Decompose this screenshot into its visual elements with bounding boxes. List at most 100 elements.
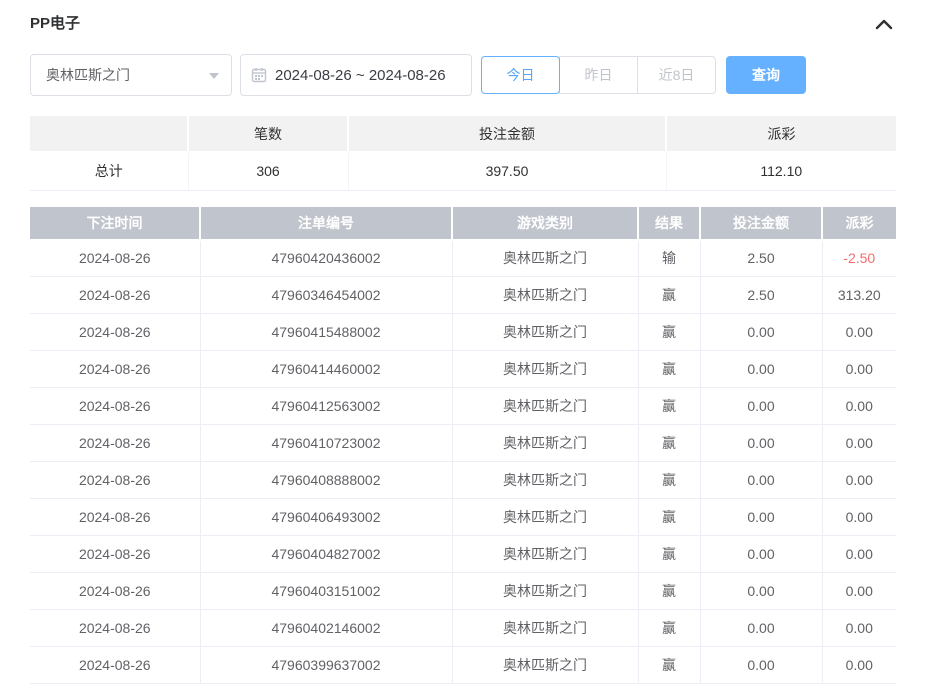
cell-bet-amount: 0.00: [700, 536, 822, 573]
cell-result: 赢: [638, 277, 700, 314]
cell-game-type: 奥林匹斯之门: [452, 536, 638, 573]
cell-payout: 0.00: [822, 610, 896, 647]
table-row: 2024-08-2647960346454002奥林匹斯之门赢2.50313.2…: [30, 277, 896, 314]
summary-header-cell: [30, 116, 188, 152]
cell-payout: 0.00: [822, 647, 896, 684]
summary-total-row: 总计 306 397.50 112.10: [30, 152, 896, 190]
summary-header-row: 笔数投注金额派彩: [30, 116, 896, 152]
cell-bet-time: 2024-08-26: [30, 425, 200, 462]
cell-bet-time: 2024-08-26: [30, 240, 200, 277]
cell-payout: 0.00: [822, 388, 896, 425]
cell-payout: 0.00: [822, 462, 896, 499]
cell-result: 赢: [638, 647, 700, 684]
table-row: 2024-08-2647960404827002奥林匹斯之门赢0.000.00: [30, 536, 896, 573]
table-row: 2024-08-2647960399637002奥林匹斯之门赢0.000.00: [30, 647, 896, 684]
cell-game-type: 奥林匹斯之门: [452, 425, 638, 462]
cell-game-type: 奥林匹斯之门: [452, 610, 638, 647]
cell-bet-id: 47960408888002: [200, 462, 452, 499]
quick-button-group: 今日昨日近8日: [481, 56, 716, 94]
cell-result: 赢: [638, 425, 700, 462]
cell-bet-id: 47960406493002: [200, 499, 452, 536]
filter-toolbar: 奥林匹斯之门 2024-08-26 ~ 2024-08-26 今日昨日近8日 查…: [30, 54, 896, 96]
cell-game-type: 奥林匹斯之门: [452, 240, 638, 277]
table-row: 2024-08-2647960420436002奥林匹斯之门输2.50-2.50: [30, 240, 896, 277]
cell-bet-id: 47960414460002: [200, 351, 452, 388]
cell-bet-time: 2024-08-26: [30, 351, 200, 388]
game-select[interactable]: 奥林匹斯之门: [30, 54, 232, 96]
records-header-cell: 下注时间: [30, 207, 200, 240]
summary-header-cell: 派彩: [666, 116, 896, 152]
cell-result: 赢: [638, 573, 700, 610]
search-button[interactable]: 查询: [726, 56, 806, 94]
chevron-up-icon: [874, 17, 894, 31]
records-header-cell: 结果: [638, 207, 700, 240]
cell-result: 赢: [638, 351, 700, 388]
cell-game-type: 奥林匹斯之门: [452, 573, 638, 610]
calendar-icon: [251, 67, 267, 83]
cell-bet-id: 47960412563002: [200, 388, 452, 425]
cell-payout: 0.00: [822, 425, 896, 462]
cell-game-type: 奥林匹斯之门: [452, 499, 638, 536]
records-body: 2024-08-2647960420436002奥林匹斯之门输2.50-2.50…: [30, 240, 896, 684]
table-row: 2024-08-2647960406493002奥林匹斯之门赢0.000.00: [30, 499, 896, 536]
collapse-panel-button[interactable]: [872, 14, 896, 34]
cell-bet-amount: 0.00: [700, 351, 822, 388]
cell-result: 赢: [638, 388, 700, 425]
date-range-value: 2024-08-26 ~ 2024-08-26: [275, 67, 446, 84]
cell-bet-amount: 0.00: [700, 610, 822, 647]
cell-bet-id: 47960415488002: [200, 314, 452, 351]
cell-bet-amount: 0.00: [700, 573, 822, 610]
cell-bet-amount: 0.00: [700, 314, 822, 351]
cell-bet-amount: 0.00: [700, 647, 822, 684]
cell-result: 赢: [638, 462, 700, 499]
records-header-cell: 游戏类别: [452, 207, 638, 240]
cell-payout: 0.00: [822, 573, 896, 610]
pp-games-panel: PP电子 奥林匹斯之门 2024-08-26 ~ 2024-08-26 今日昨日…: [0, 0, 926, 684]
cell-bet-amount: 2.50: [700, 277, 822, 314]
cell-bet-time: 2024-08-26: [30, 277, 200, 314]
records-header-row: 下注时间注单编号游戏类别结果投注金额派彩: [30, 207, 896, 240]
cell-payout: -2.50: [822, 240, 896, 277]
cell-bet-id: 47960399637002: [200, 647, 452, 684]
quick-filter-button-0[interactable]: 今日: [481, 56, 560, 94]
cell-payout: 0.00: [822, 536, 896, 573]
table-row: 2024-08-2647960412563002奥林匹斯之门赢0.000.00: [30, 388, 896, 425]
cell-bet-id: 47960403151002: [200, 573, 452, 610]
summary-header-cell: 投注金额: [348, 116, 666, 152]
cell-bet-time: 2024-08-26: [30, 388, 200, 425]
records-header-cell: 投注金额: [700, 207, 822, 240]
quick-filter-button-1[interactable]: 昨日: [559, 56, 638, 94]
cell-bet-amount: 0.00: [700, 425, 822, 462]
game-select-value: 奥林匹斯之门: [46, 65, 130, 85]
summary-header-cell: 笔数: [188, 116, 348, 152]
cell-bet-time: 2024-08-26: [30, 499, 200, 536]
cell-bet-time: 2024-08-26: [30, 314, 200, 351]
cell-game-type: 奥林匹斯之门: [452, 647, 638, 684]
caret-down-icon: [209, 73, 219, 79]
cell-result: 输: [638, 240, 700, 277]
quick-filter-button-2[interactable]: 近8日: [637, 56, 716, 94]
cell-bet-id: 47960402146002: [200, 610, 452, 647]
cell-bet-id: 47960410723002: [200, 425, 452, 462]
summary-payout-value: 112.10: [666, 152, 896, 190]
table-row: 2024-08-2647960414460002奥林匹斯之门赢0.000.00: [30, 351, 896, 388]
cell-game-type: 奥林匹斯之门: [452, 462, 638, 499]
table-row: 2024-08-2647960410723002奥林匹斯之门赢0.000.00: [30, 425, 896, 462]
cell-result: 赢: [638, 314, 700, 351]
table-row: 2024-08-2647960408888002奥林匹斯之门赢0.000.00: [30, 462, 896, 499]
cell-bet-amount: 0.00: [700, 499, 822, 536]
date-range-input[interactable]: 2024-08-26 ~ 2024-08-26: [240, 54, 472, 96]
cell-bet-id: 47960420436002: [200, 240, 452, 277]
cell-payout: 0.00: [822, 499, 896, 536]
cell-bet-time: 2024-08-26: [30, 610, 200, 647]
cell-payout: 0.00: [822, 314, 896, 351]
cell-bet-amount: 0.00: [700, 388, 822, 425]
cell-bet-amount: 2.50: [700, 240, 822, 277]
table-row: 2024-08-2647960415488002奥林匹斯之门赢0.000.00: [30, 314, 896, 351]
panel-title: PP电子: [30, 15, 80, 33]
cell-game-type: 奥林匹斯之门: [452, 388, 638, 425]
summary-table: 笔数投注金额派彩 总计 306 397.50 112.10: [30, 116, 896, 191]
bet-records-table: 下注时间注单编号游戏类别结果投注金额派彩 2024-08-26479604204…: [30, 207, 896, 685]
summary-total-label: 总计: [30, 152, 188, 190]
cell-result: 赢: [638, 610, 700, 647]
